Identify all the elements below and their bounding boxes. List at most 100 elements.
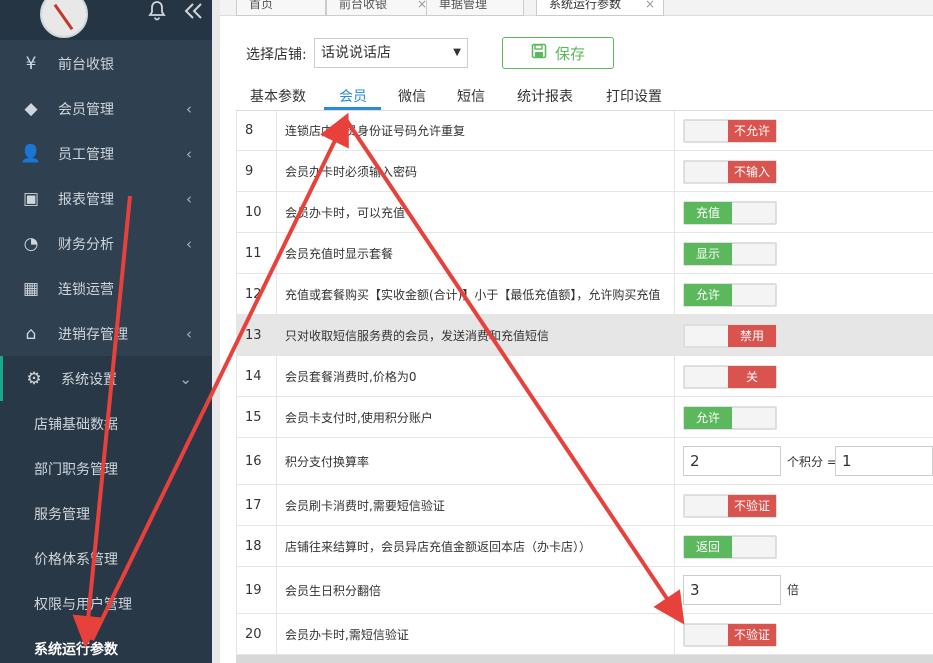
sidebar-item-5[interactable]: ▦ 连锁运营	[0, 266, 212, 311]
tab-sms[interactable]: 短信	[457, 86, 485, 106]
floppy-disk-icon	[531, 43, 547, 63]
tab-stats-reports[interactable]: 统计报表	[517, 86, 573, 106]
member-settings-table: 8 连锁店内会员身份证号码允许重复 不允许 9 会员办卡时必须输入密码 不输入 10 会员办卡…	[236, 110, 933, 655]
sidebar-subitem-3[interactable]: 价格体系管理	[0, 536, 212, 581]
sidebar-item-label: 员工管理	[58, 146, 114, 163]
sidebar-item-7[interactable]: ⚙ 系统设置 ⌄	[0, 356, 212, 401]
sidebar-item-6[interactable]: ⌂ 进销存管理 ‹	[0, 311, 212, 356]
multiplier-input[interactable]: 3	[683, 575, 781, 605]
table-row: 18 店铺往来结算时，会员异店充值金额返回本店（办卡店）） 返回	[236, 526, 933, 567]
gear-icon: ⚙	[26, 368, 42, 389]
sidebar-item-2[interactable]: 👤 员工管理 ‹	[0, 131, 212, 176]
row-number: 9	[236, 151, 277, 191]
row-description: 会员卡支付时,使用积分账户	[277, 397, 675, 437]
tab-member[interactable]: 会员	[339, 86, 367, 106]
double-chevron-left-icon[interactable]	[183, 0, 203, 26]
avatar[interactable]	[40, 0, 88, 38]
toggle-label: 充值	[684, 202, 732, 224]
amount-input[interactable]: 1	[835, 446, 933, 476]
chevron-left-icon: ‹	[186, 189, 192, 208]
sidebar-subitem-0[interactable]: 店铺基础数据	[0, 401, 212, 446]
close-icon[interactable]: ×	[645, 0, 655, 12]
toggle-knob	[684, 495, 730, 517]
toggle-label: 显示	[684, 243, 732, 265]
sidebar-subitem-1[interactable]: 部门职务管理	[0, 446, 212, 491]
row-number: 11	[236, 233, 277, 273]
tab-basic-params[interactable]: 基本参数	[250, 86, 306, 106]
row-description: 店铺往来结算时，会员异店充值金额返回本店（办卡店））	[277, 526, 675, 566]
row-value: 禁用	[675, 315, 933, 355]
tab-system-params[interactable]: 系统运行参数 ×	[536, 0, 664, 16]
tab-label: 系统运行参数	[549, 0, 622, 11]
tab-home[interactable]: 首页	[236, 0, 326, 16]
sidebar-scrollbar[interactable]	[212, 0, 220, 663]
toggle-knob	[684, 325, 730, 347]
sidebar-item-label: 进销存管理	[58, 326, 128, 343]
toggle-switch[interactable]: 允许	[683, 406, 777, 430]
toggle-label: 关	[728, 366, 776, 388]
sidebar-subitem-2[interactable]: 服务管理	[0, 491, 212, 536]
row-value: 返回	[675, 526, 933, 566]
row-number: 18	[236, 526, 277, 566]
toggle-switch[interactable]: 关	[683, 365, 777, 389]
sidebar-item-3[interactable]: ▣ 报表管理 ‹	[0, 176, 212, 221]
row-description: 会员刷卡消费时,需要短信验证	[277, 485, 675, 525]
toggle-switch[interactable]: 不输入	[683, 160, 777, 184]
chevron-left-icon: ‹	[186, 99, 192, 118]
row-number: 13	[236, 315, 277, 355]
sidebar-item-0[interactable]: ¥ 前台收银	[0, 41, 212, 86]
toggle-switch[interactable]: 禁用	[683, 324, 777, 348]
tab-label: 首页	[249, 0, 274, 11]
row-description: 会员办卡时，可以充值	[277, 192, 675, 232]
pie-chart-icon: ◔	[23, 233, 39, 254]
store-select[interactable]: 话说说话店 ▼	[314, 38, 468, 68]
toggle-switch[interactable]: 返回	[683, 535, 777, 559]
toggle-knob	[730, 536, 776, 558]
row-description: 只对收取短信服务费的会员，发送消费和充值短信	[277, 315, 675, 355]
tab-label: 前台收银	[339, 0, 388, 11]
toggle-knob	[730, 243, 776, 265]
row-number: 12	[236, 274, 277, 314]
row-number: 20	[236, 614, 277, 654]
chevron-left-icon: ‹	[186, 144, 192, 163]
toggle-switch[interactable]: 允许	[683, 283, 777, 307]
sidebar-header	[0, 0, 212, 40]
chevron-down-icon: ⌄	[179, 369, 192, 388]
row-number: 19	[236, 567, 277, 613]
row-description: 会员生日积分翻倍	[277, 567, 675, 613]
table-row: 12 充值或套餐购买【实收金额(合计)】小于【最低充值额】，允许购买充值 允许	[236, 274, 933, 315]
unit-label: 倍	[787, 583, 800, 597]
ratio-label: 个积分 =	[787, 455, 837, 469]
save-button[interactable]: 保存	[502, 37, 614, 69]
toggle-label: 禁用	[728, 325, 776, 347]
sidebar-subitem-5[interactable]: 系统运行参数	[0, 626, 212, 663]
horizontal-scrollbar[interactable]	[236, 655, 933, 663]
sidebar-item-4[interactable]: ◔ 财务分析 ‹	[0, 221, 212, 266]
tab-documents[interactable]: 单据管理	[426, 0, 524, 16]
toggle-switch[interactable]: 不允许	[683, 119, 777, 143]
points-input[interactable]: 2	[683, 446, 781, 476]
tab-print-settings[interactable]: 打印设置	[606, 86, 662, 106]
tab-label: 单据管理	[439, 0, 488, 11]
toggle-label: 不输入	[728, 161, 776, 183]
table-row: 14 会员套餐消费时,价格为0 关	[236, 356, 933, 397]
toggle-switch[interactable]: 显示	[683, 242, 777, 266]
toggle-switch[interactable]: 不验证	[683, 494, 777, 518]
row-value: 3倍	[675, 567, 933, 613]
row-value: 允许	[675, 274, 933, 314]
row-description: 会员套餐消费时,价格为0	[277, 356, 675, 396]
tab-front-cashier[interactable]: 前台收银 ×	[326, 0, 436, 16]
row-description: 充值或套餐购买【实收金额(合计)】小于【最低充值额】，允许购买充值	[277, 274, 675, 314]
bell-icon[interactable]	[147, 0, 167, 26]
toggle-switch[interactable]: 不验证	[683, 623, 777, 647]
tab-wechat[interactable]: 微信	[398, 86, 426, 106]
table-row: 19 会员生日积分翻倍 3 倍	[236, 567, 933, 614]
table-row: 17 会员刷卡消费时,需要短信验证 不验证	[236, 485, 933, 526]
row-description: 会员办卡时必须输入密码	[277, 151, 675, 191]
sidebar-subitem-4[interactable]: 权限与用户管理	[0, 581, 212, 626]
row-number: 15	[236, 397, 277, 437]
sidebar-item-1[interactable]: ◆ 会员管理 ‹	[0, 86, 212, 131]
toggle-knob	[730, 284, 776, 306]
settings-tabs: 基本参数 会员 微信 短信 统计报表 打印设置	[236, 80, 933, 110]
toggle-switch[interactable]: 充值	[683, 201, 777, 225]
